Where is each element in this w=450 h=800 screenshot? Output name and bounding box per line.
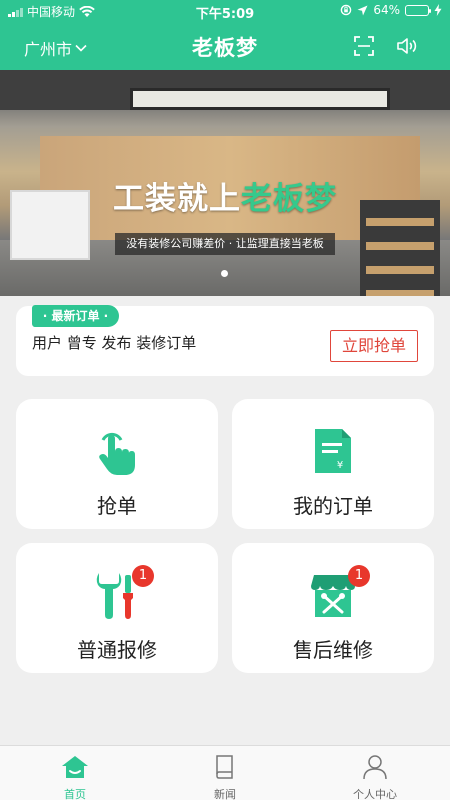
- tile-my-orders[interactable]: ¥ 我的订单: [232, 399, 434, 529]
- page-title: 老板梦: [192, 36, 258, 60]
- latest-order-badge: · 最新订单 ·: [32, 305, 119, 327]
- status-bar: 中国移动 下午5:09 64%: [0, 0, 450, 22]
- user-icon: [363, 755, 387, 780]
- book-icon: [216, 755, 233, 779]
- tile-grab-order[interactable]: 抢单: [16, 399, 218, 529]
- speaker-icon[interactable]: [395, 34, 419, 58]
- banner-subtitle: 没有装修公司赚差价 · 让监理直接当老板: [115, 233, 335, 255]
- tab-profile[interactable]: 个人中心: [300, 746, 450, 800]
- grab-order-button[interactable]: 立即抢单: [330, 330, 418, 362]
- tile-label: 抢单: [97, 494, 137, 518]
- tab-label: 个人中心: [353, 788, 397, 800]
- order-document-icon: ¥: [315, 429, 351, 473]
- notification-badge: 1: [348, 565, 370, 587]
- scan-icon[interactable]: [352, 34, 376, 58]
- tab-label: 新闻: [214, 788, 236, 800]
- tile-after-sales-repair[interactable]: 1 售后维修: [232, 543, 434, 673]
- tab-label: 首页: [64, 788, 86, 800]
- banner-headline: 工装就上老板梦: [0, 173, 450, 218]
- battery-percent: 64%: [373, 3, 400, 17]
- status-right: 64%: [340, 3, 442, 17]
- latest-order-text: 用户 曾专 发布 装修订单: [32, 334, 197, 352]
- promo-banner[interactable]: 工装就上老板梦 没有装修公司赚差价 · 让监理直接当老板: [0, 70, 450, 296]
- bottom-tab-bar: 首页 新闻 个人中心: [0, 745, 450, 800]
- svg-text:¥: ¥: [337, 460, 343, 471]
- tap-hand-icon: [99, 432, 135, 475]
- latest-order-card: · 最新订单 · 用户 曾专 发布 装修订单 立即抢单: [16, 305, 434, 376]
- tile-normal-repair[interactable]: 1 普通报修: [16, 543, 218, 673]
- app-header: 广州市 老板梦: [0, 22, 450, 70]
- battery-icon: [405, 4, 431, 16]
- banner-ceiling-light: [130, 88, 390, 110]
- rotation-lock-icon: [341, 4, 352, 16]
- tab-news[interactable]: 新闻: [150, 746, 300, 800]
- tab-home[interactable]: 首页: [0, 746, 150, 800]
- tile-label: 售后维修: [293, 638, 373, 662]
- banner-headline-main: 工装就上: [113, 181, 241, 217]
- banner-headline-accent: 老板梦: [241, 181, 337, 217]
- location-icon: [357, 5, 368, 15]
- charging-icon: [434, 4, 442, 16]
- home-icon: [62, 756, 88, 778]
- tile-label: 我的订单: [293, 494, 373, 518]
- carousel-indicator-dot[interactable]: [221, 270, 228, 277]
- notification-badge: 1: [132, 565, 154, 587]
- tile-label: 普通报修: [77, 638, 157, 662]
